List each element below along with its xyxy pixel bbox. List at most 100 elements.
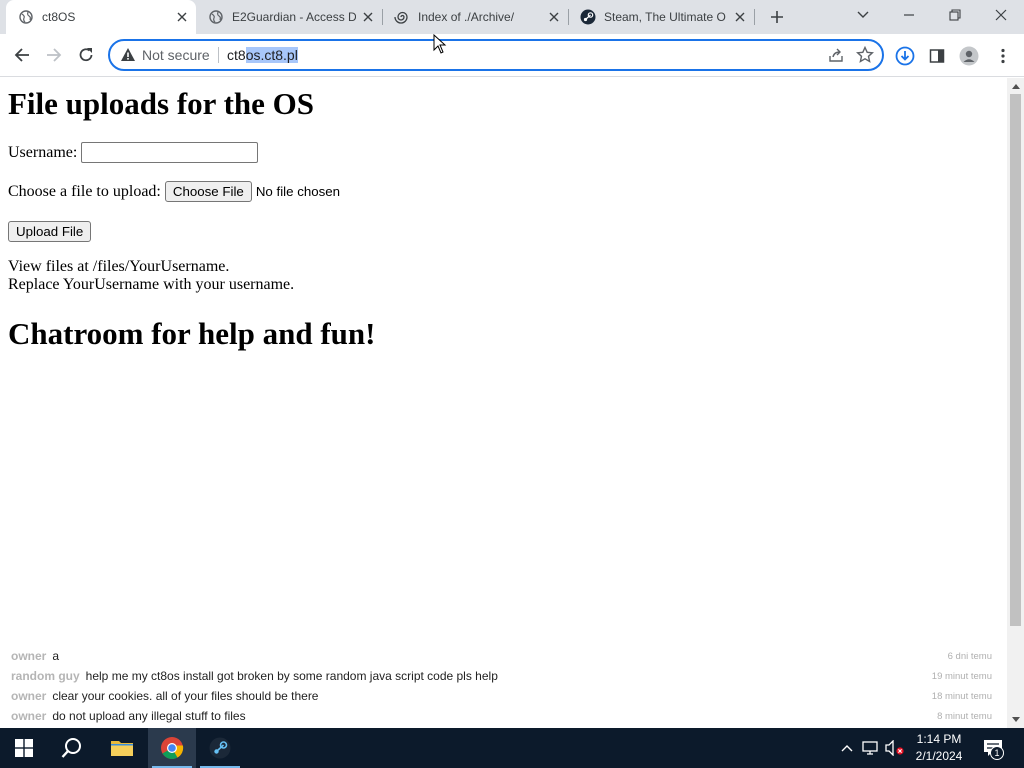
upload-file-button[interactable]: Upload File bbox=[8, 221, 92, 242]
network-button[interactable] bbox=[861, 728, 881, 768]
file-status: No file chosen bbox=[255, 184, 341, 199]
globe-icon bbox=[18, 9, 34, 25]
search-icon bbox=[61, 738, 81, 758]
steam-taskbar-button[interactable] bbox=[196, 728, 244, 768]
chat-text: a bbox=[52, 649, 60, 663]
side-panel-icon bbox=[929, 49, 945, 63]
steam-icon bbox=[209, 737, 231, 759]
chat-username: owner bbox=[11, 689, 47, 703]
chat-text: do not upload any illegal stuff to files bbox=[52, 709, 246, 723]
kebab-menu-icon bbox=[1001, 48, 1005, 64]
scrollbar-thumb[interactable] bbox=[1010, 94, 1021, 626]
chevron-down-icon bbox=[857, 11, 869, 18]
scroll-down-arrow-icon[interactable] bbox=[1011, 715, 1020, 724]
notifications-button[interactable]: 1 bbox=[980, 728, 1006, 768]
tab-ct8os[interactable]: ct8OS bbox=[6, 0, 196, 34]
tab-title: Index of ./Archive/ bbox=[418, 10, 515, 24]
chat-username: random guy bbox=[11, 669, 80, 683]
volume-button[interactable] bbox=[884, 728, 906, 768]
tab-strip: ct8OS E2Guardian - Access De Index of ./… bbox=[0, 0, 1024, 34]
url-prefix: ct8 bbox=[227, 47, 246, 63]
profile-avatar-icon bbox=[959, 46, 979, 66]
web-page: File uploads for the OS Username: Choose… bbox=[0, 78, 1007, 728]
security-label[interactable]: Not secure bbox=[142, 47, 210, 63]
share-icon[interactable] bbox=[828, 47, 844, 63]
downloads-button[interactable] bbox=[894, 45, 916, 67]
tab-search-button[interactable] bbox=[840, 0, 886, 30]
chat-message: random guy help me my ct8os install got … bbox=[8, 666, 998, 686]
profile-button[interactable] bbox=[958, 45, 980, 67]
browser-toolbar: Not secure ct8os.ct8.pl bbox=[0, 34, 1024, 77]
divider bbox=[218, 47, 219, 63]
url-selected: os.ct8.pl bbox=[245, 47, 298, 63]
close-tab-icon[interactable] bbox=[732, 9, 748, 25]
tab-separator bbox=[754, 9, 755, 25]
chat-text: help me my ct8os install got broken by s… bbox=[85, 669, 498, 683]
plus-icon bbox=[771, 11, 783, 23]
choose-file-button[interactable]: Choose File bbox=[164, 181, 252, 202]
forward-arrow-icon bbox=[47, 48, 62, 62]
chat-message: owner a 6 dni temu bbox=[8, 646, 998, 666]
restore-icon bbox=[949, 9, 961, 21]
menu-button[interactable] bbox=[992, 45, 1014, 67]
vertical-scrollbar[interactable] bbox=[1007, 78, 1024, 728]
file-label: Choose a file to upload: bbox=[8, 182, 161, 200]
username-label: Username: bbox=[8, 143, 78, 161]
chrome-icon bbox=[161, 737, 184, 759]
chat-timestamp: 19 minut temu bbox=[931, 670, 992, 682]
minimize-icon bbox=[904, 14, 914, 16]
chatroom-heading: Chatroom for help and fun! bbox=[8, 316, 376, 351]
chat-username: owner bbox=[11, 649, 47, 663]
minimize-button[interactable] bbox=[886, 0, 932, 30]
restore-button[interactable] bbox=[932, 0, 978, 30]
reload-button[interactable] bbox=[74, 43, 98, 67]
close-tab-icon[interactable] bbox=[174, 9, 190, 25]
back-button[interactable] bbox=[10, 43, 34, 67]
search-button[interactable] bbox=[48, 728, 96, 768]
chat-username: owner bbox=[11, 709, 47, 723]
globe-icon bbox=[208, 9, 224, 25]
bookmark-star-icon[interactable] bbox=[856, 46, 874, 64]
tab-e2guardian[interactable]: E2Guardian - Access De bbox=[196, 0, 382, 34]
folder-icon bbox=[111, 741, 133, 756]
tray-overflow-button[interactable] bbox=[838, 728, 856, 768]
username-input[interactable] bbox=[81, 142, 259, 163]
windows-taskbar: 1:14 PM 2/1/2024 1 bbox=[0, 728, 1024, 768]
scroll-up-arrow-icon[interactable] bbox=[1011, 82, 1020, 91]
tab-archive-index[interactable]: Index of ./Archive/ bbox=[382, 0, 568, 34]
url-text[interactable]: ct8os.ct8.pl bbox=[227, 47, 298, 63]
clock-time: 1:14 PM bbox=[916, 732, 962, 746]
new-tab-button[interactable] bbox=[766, 6, 788, 28]
forward-button[interactable] bbox=[42, 43, 66, 67]
chevron-up-icon bbox=[841, 745, 853, 752]
chrome-taskbar-button[interactable] bbox=[148, 728, 196, 768]
start-button[interactable] bbox=[0, 728, 48, 768]
warning-icon bbox=[121, 48, 135, 61]
taskbar-clock[interactable]: 1:14 PM 2/1/2024 bbox=[908, 731, 970, 765]
side-panel-button[interactable] bbox=[926, 45, 948, 67]
steam-icon bbox=[580, 9, 596, 25]
file-explorer-button[interactable] bbox=[98, 728, 146, 768]
close-tab-icon[interactable] bbox=[546, 9, 562, 25]
replace-username-text: Replace YourUsername with your username. bbox=[8, 276, 295, 293]
volume-muted-icon bbox=[885, 740, 904, 756]
tab-title: ct8OS bbox=[42, 10, 76, 24]
mouse-cursor-icon bbox=[433, 34, 447, 54]
tab-steam[interactable]: Steam, The Ultimate Or bbox=[568, 0, 754, 34]
chat-timestamp: 18 minut temu bbox=[931, 690, 992, 702]
close-tab-icon[interactable] bbox=[360, 9, 376, 25]
reload-icon bbox=[79, 48, 93, 62]
chat-messages: owner a 6 dni temu random guy help me my… bbox=[8, 646, 998, 726]
network-icon bbox=[862, 741, 878, 755]
back-arrow-icon bbox=[14, 48, 29, 62]
close-window-button[interactable] bbox=[978, 0, 1024, 30]
chat-timestamp: 8 minut temu bbox=[937, 710, 992, 722]
archive-spiral-icon bbox=[394, 9, 410, 25]
uploads-heading: File uploads for the OS bbox=[8, 86, 315, 121]
tab-title: Steam, The Ultimate Or bbox=[604, 10, 726, 24]
view-files-text: View files at /files/YourUsername. bbox=[8, 258, 230, 275]
chat-timestamp: 6 dni temu bbox=[947, 650, 992, 662]
chat-message: owner clear your cookies. all of your fi… bbox=[8, 686, 998, 706]
chat-text: clear your cookies. all of your files sh… bbox=[52, 689, 319, 703]
address-bar[interactable]: Not secure ct8os.ct8.pl bbox=[108, 39, 884, 71]
